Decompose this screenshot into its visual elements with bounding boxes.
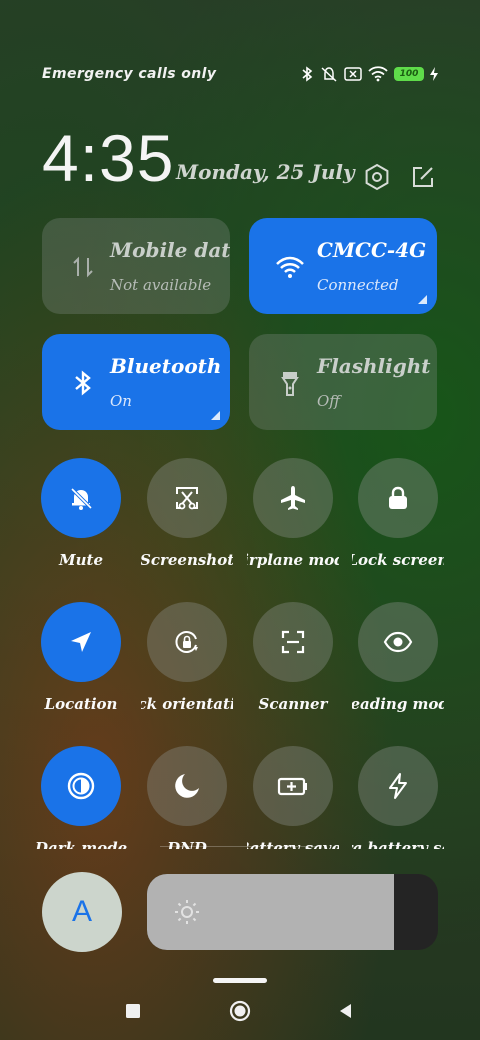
battery-level: 100 — [399, 69, 419, 79]
back-triangle-icon[interactable] — [335, 1000, 357, 1022]
toggle-circle[interactable] — [147, 458, 227, 538]
mobile-data-icon — [73, 256, 93, 278]
font-button-label: A — [71, 895, 92, 928]
toggle-lock-screen[interactable]: Lock screen — [352, 458, 444, 573]
battery-saver-icon — [277, 777, 307, 796]
scroll-divider — [160, 846, 320, 847]
settings-hexagon-icon[interactable] — [362, 162, 392, 192]
toggle-label: Dark mode — [35, 839, 127, 849]
toggle-ultra-battery-saver[interactable]: Ultra battery saver — [352, 746, 444, 849]
tile-subtitle: Off — [317, 392, 340, 410]
tile-flashlight[interactable]: Flashlight Off — [249, 334, 437, 430]
date[interactable]: Monday, 25 July — [176, 160, 355, 184]
bluetooth-icon — [75, 370, 91, 396]
toggle-mute[interactable]: Mute — [35, 458, 127, 573]
tile-title: Bluetooth — [110, 354, 222, 378]
toggle-label: Ultra battery saver — [352, 839, 444, 849]
toggle-airplane[interactable]: Airplane mode — [247, 458, 339, 573]
toggle-circle[interactable] — [147, 746, 227, 826]
toggle-scanner[interactable]: Scanner — [247, 602, 339, 717]
lightning-icon — [389, 773, 407, 799]
bluetooth-icon — [302, 66, 313, 82]
toggle-circle[interactable] — [41, 746, 121, 826]
toggle-circle[interactable] — [358, 602, 438, 682]
toggle-label: Scanner — [258, 695, 328, 713]
dark-mode-icon — [67, 772, 95, 800]
no-sim-icon — [344, 67, 362, 81]
toggle-location[interactable]: Location — [35, 602, 127, 717]
toggle-dark-mode[interactable]: Dark mode — [35, 746, 127, 849]
tile-subtitle: Connected — [317, 276, 399, 294]
toggle-circle[interactable] — [358, 746, 438, 826]
toggle-dnd[interactable]: DND — [141, 746, 233, 849]
toggle-label: Screenshot — [141, 551, 233, 569]
lock-icon — [389, 486, 407, 509]
toggle-circle[interactable] — [41, 602, 121, 682]
status-icons: 100 — [300, 66, 438, 82]
toggle-label: Location — [44, 695, 118, 713]
toggle-battery-saver[interactable]: Battery saver — [247, 746, 339, 849]
status-bar: Emergency calls only 100 — [0, 62, 480, 90]
charging-icon — [430, 67, 438, 81]
tile-title: Flashlight — [317, 354, 431, 378]
toggle-lock-orientation[interactable]: Lock orientation — [141, 602, 233, 717]
toggle-circle[interactable] — [358, 458, 438, 538]
toggle-reading-mode[interactable]: Reading mode — [352, 602, 444, 717]
tile-bluetooth[interactable]: Bluetooth On — [42, 334, 230, 430]
toggle-label: Airplane mode — [247, 551, 339, 569]
recents-square-icon[interactable] — [122, 1000, 144, 1022]
wifi-icon — [276, 256, 304, 278]
toggle-label: Lock orientation — [141, 695, 233, 713]
flashlight-icon — [281, 372, 299, 396]
toggle-circle[interactable] — [253, 602, 333, 682]
toggle-circle[interactable] — [253, 458, 333, 538]
toggle-label: DND — [167, 839, 207, 849]
toggle-label: Mute — [59, 551, 103, 569]
screenshot-icon — [176, 487, 198, 510]
edit-icon[interactable] — [408, 162, 438, 192]
mute-bell-icon — [70, 487, 93, 510]
rotation-lock-icon — [175, 631, 198, 653]
tile-mobile-data[interactable]: Mobile data Not available — [42, 218, 230, 314]
brightness-slider[interactable] — [147, 874, 438, 950]
tile-subtitle: On — [110, 392, 132, 410]
toggle-circle[interactable] — [147, 602, 227, 682]
moon-icon — [175, 774, 199, 798]
toggle-circle[interactable] — [253, 746, 333, 826]
location-icon — [71, 632, 91, 652]
expand-corner-icon[interactable] — [418, 295, 427, 304]
tile-subtitle: Not available — [110, 276, 212, 294]
expand-corner-icon[interactable] — [211, 411, 220, 420]
tile-wifi[interactable]: CMCC-4G Connected — [249, 218, 437, 314]
toggle-screenshot[interactable]: Screenshot — [141, 458, 233, 573]
toggle-label: Reading mode — [352, 695, 444, 713]
toggle-label: Battery saver — [247, 839, 339, 849]
drag-handle[interactable] — [213, 978, 267, 983]
toggle-label: Lock screen — [352, 551, 444, 569]
airplane-icon — [281, 486, 305, 510]
carrier-text: Emergency calls only — [42, 66, 217, 82]
tile-title: Mobile data — [110, 238, 230, 262]
battery-icon: 100 — [394, 67, 424, 81]
toggle-circle[interactable] — [41, 458, 121, 538]
font-size-button[interactable]: A — [42, 872, 122, 952]
wifi-icon — [368, 66, 388, 82]
mute-vibrate-icon — [321, 67, 337, 82]
eye-icon — [383, 631, 413, 653]
clock[interactable]: 4:35 — [42, 120, 174, 196]
tile-title: CMCC-4G — [317, 238, 427, 262]
scanner-icon — [281, 630, 305, 654]
sun-icon — [175, 900, 199, 924]
home-circle-icon[interactable] — [229, 1000, 251, 1022]
